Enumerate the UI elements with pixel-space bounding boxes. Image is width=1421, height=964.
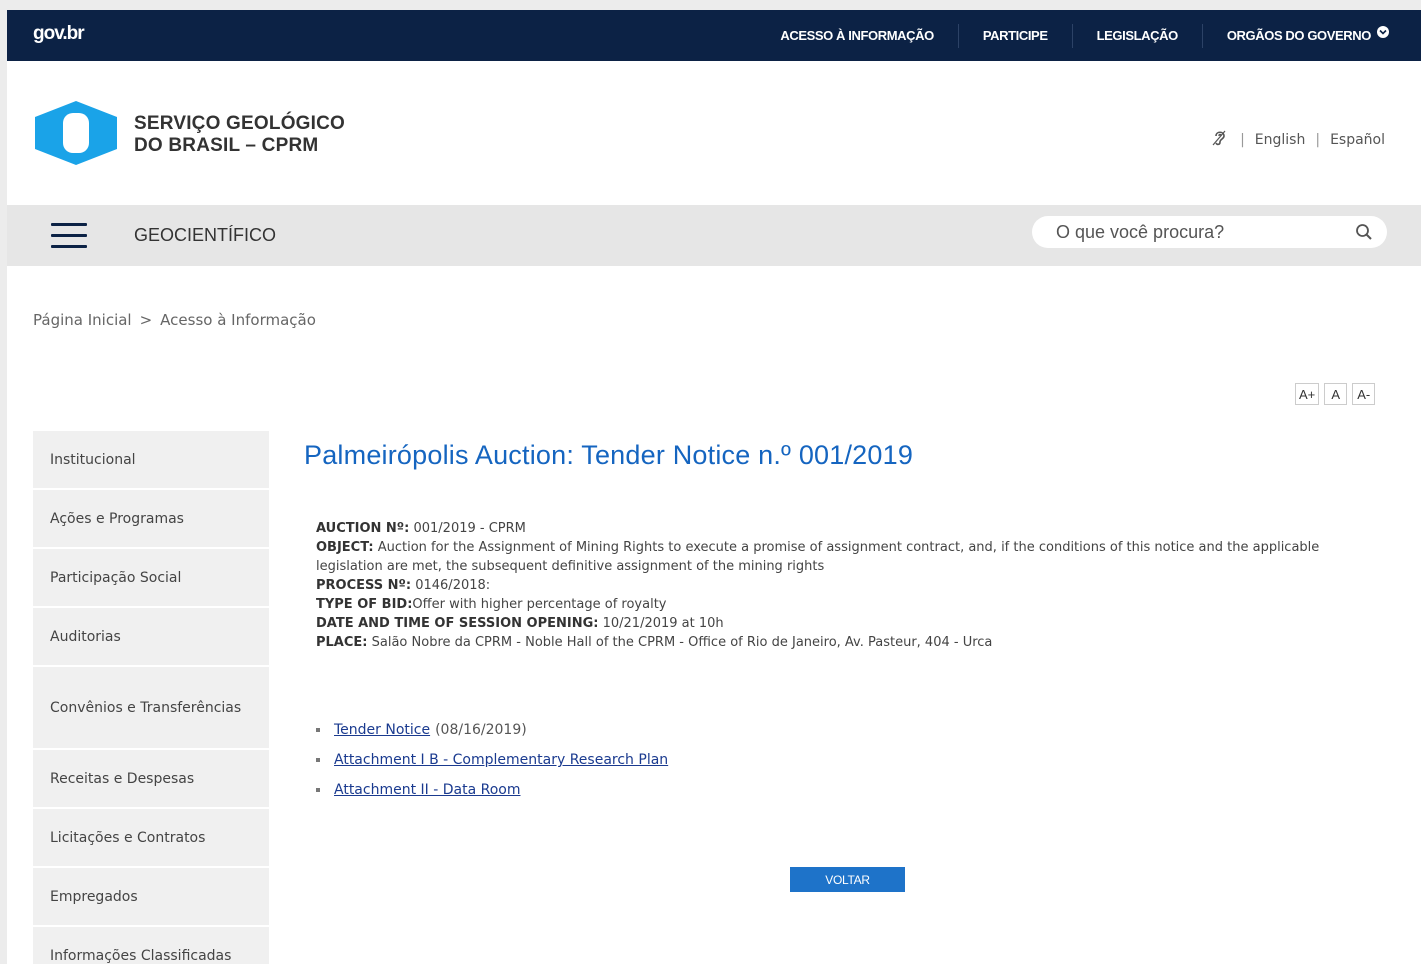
detail-label: TYPE OF BID:	[316, 597, 413, 612]
language-selector: | English | Español	[1210, 128, 1385, 152]
brand-name-line1: SERVIÇO GEOLÓGICO	[134, 113, 346, 134]
font-normal-button[interactable]: A	[1324, 383, 1348, 405]
sidebar-item-institucional[interactable]: Institucional	[33, 431, 269, 490]
detail-place: PLACE: Salão Nobre da CPRM - Noble Hall …	[316, 633, 1364, 652]
lang-english-link[interactable]: English	[1255, 132, 1306, 148]
hamburger-menu-icon[interactable]	[51, 223, 87, 249]
auction-details: AUCTION Nº: 001/2019 - CPRM OBJECT: Auct…	[316, 519, 1364, 652]
detail-type-of-bid: TYPE OF BID:Offer with higher percentage…	[316, 595, 1364, 614]
sidebar-item-receitas-despesas[interactable]: Receitas e Despesas	[33, 750, 269, 809]
bullet-icon	[316, 758, 320, 762]
detail-label: DATE AND TIME OF SESSION OPENING:	[316, 616, 599, 631]
gov-nav-legislacao[interactable]: LEGISLAÇÃO	[1071, 23, 1202, 48]
bullet-icon	[316, 788, 320, 792]
chevron-down-icon	[1377, 24, 1389, 48]
accessibility-hearing-icon[interactable]	[1210, 128, 1230, 152]
govbr-logo[interactable]: gov.br	[33, 23, 85, 45]
bullet-icon	[316, 728, 320, 732]
list-item: Tender Notice (08/16/2019)	[316, 720, 1364, 740]
brand-name[interactable]: SERVIÇO GEOLÓGICO DO BRASIL – CPRM	[134, 113, 345, 157]
tender-notice-link[interactable]: Tender Notice	[334, 720, 430, 740]
list-item: Attachment II - Data Room	[316, 780, 1364, 800]
search-input[interactable]	[1056, 220, 1336, 244]
detail-value: Offer with higher percentage of royalty	[412, 597, 667, 612]
search-box	[1032, 216, 1387, 248]
attachment-research-plan-link[interactable]: Attachment I B - Complementary Research …	[334, 750, 668, 770]
gov-nav-participe[interactable]: PARTICIPE	[957, 23, 1072, 48]
gov-nav-orgaos-label: ORGÃOS DO GOVERNO	[1226, 27, 1372, 43]
font-decrease-button[interactable]: A-	[1352, 383, 1376, 405]
detail-value: 001/2019 - CPRM	[409, 521, 526, 536]
detail-value: Auction for the Assignment of Mining Rig…	[316, 540, 1320, 574]
gov-nav: ACESSO À INFORMAÇÃO PARTICIPE LEGISLAÇÃO…	[756, 10, 1421, 61]
font-increase-button[interactable]: A+	[1295, 383, 1320, 405]
lang-separator: |	[1240, 132, 1245, 148]
breadcrumb-separator: >	[139, 311, 153, 329]
back-button[interactable]: VOLTAR	[790, 867, 905, 892]
menu-bar: GEOCIENTÍFICO	[7, 205, 1421, 266]
detail-label: PROCESS Nº:	[316, 578, 412, 593]
attachments-list: Tender Notice (08/16/2019) Attachment I …	[316, 720, 1364, 800]
detail-value: Salão Nobre da CPRM - Noble Hall of the …	[367, 635, 993, 650]
section-title: GEOCIENTÍFICO	[134, 225, 277, 245]
site-header: SERVIÇO GEOLÓGICO DO BRASIL – CPRM | Eng…	[7, 61, 1421, 205]
detail-object: OBJECT: Auction for the Assignment of Mi…	[316, 538, 1364, 576]
page-title: Palmeirópolis Auction: Tender Notice n.º…	[304, 440, 914, 470]
page: gov.br ACESSO À INFORMAÇÃO PARTICIPE LEG…	[7, 10, 1421, 964]
brand-name-line2: DO BRASIL – CPRM	[134, 135, 319, 156]
detail-auction-number: AUCTION Nº: 001/2019 - CPRM	[316, 519, 1364, 538]
cprm-logo-icon[interactable]	[35, 101, 117, 169]
breadcrumb-current: Acesso à Informação	[160, 311, 316, 329]
sidebar: Institucional Ações e Programas Particip…	[33, 431, 269, 964]
breadcrumb-home[interactable]: Página Inicial	[33, 311, 132, 329]
list-item: Attachment I B - Complementary Research …	[316, 750, 1364, 770]
gov-nav-acesso-informacao[interactable]: ACESSO À INFORMAÇÃO	[756, 24, 957, 48]
detail-label: AUCTION Nº:	[316, 521, 410, 536]
gov-top-bar: gov.br ACESSO À INFORMAÇÃO PARTICIPE LEG…	[7, 10, 1421, 61]
sidebar-item-auditorias[interactable]: Auditorias	[33, 608, 269, 667]
detail-value: 0146/2018:	[411, 578, 491, 593]
search-icon[interactable]	[1355, 223, 1373, 245]
sidebar-item-empregados[interactable]: Empregados	[33, 868, 269, 927]
main-content: Palmeirópolis Auction: Tender Notice n.º…	[304, 440, 1364, 892]
link-date: (08/16/2019)	[435, 722, 527, 738]
detail-session-opening: DATE AND TIME OF SESSION OPENING: 10/21/…	[316, 614, 1364, 633]
sidebar-item-acoes-programas[interactable]: Ações e Programas	[33, 490, 269, 549]
detail-label: PLACE:	[316, 635, 368, 650]
attachment-data-room-link[interactable]: Attachment II - Data Room	[334, 780, 520, 800]
breadcrumb: Página Inicial > Acesso à Informação	[33, 311, 316, 329]
sidebar-item-participacao-social[interactable]: Participação Social	[33, 549, 269, 608]
detail-process-number: PROCESS Nº: 0146/2018:	[316, 576, 1364, 595]
font-size-controls: A+ A A-	[1295, 383, 1376, 405]
sidebar-item-informacoes-classificadas[interactable]: Informações Classificadas	[33, 927, 269, 964]
lang-separator: |	[1315, 132, 1321, 148]
detail-label: OBJECT:	[316, 540, 374, 555]
sidebar-item-convenios-transferencias[interactable]: Convênios e Transferências	[33, 667, 269, 750]
detail-value: 10/21/2019 at 10h	[598, 616, 724, 631]
lang-espanol-link[interactable]: Español	[1330, 132, 1385, 148]
gov-nav-orgaos-governo[interactable]: ORGÃOS DO GOVERNO	[1201, 23, 1421, 48]
sidebar-item-licitacoes-contratos[interactable]: Licitações e Contratos	[33, 809, 269, 868]
